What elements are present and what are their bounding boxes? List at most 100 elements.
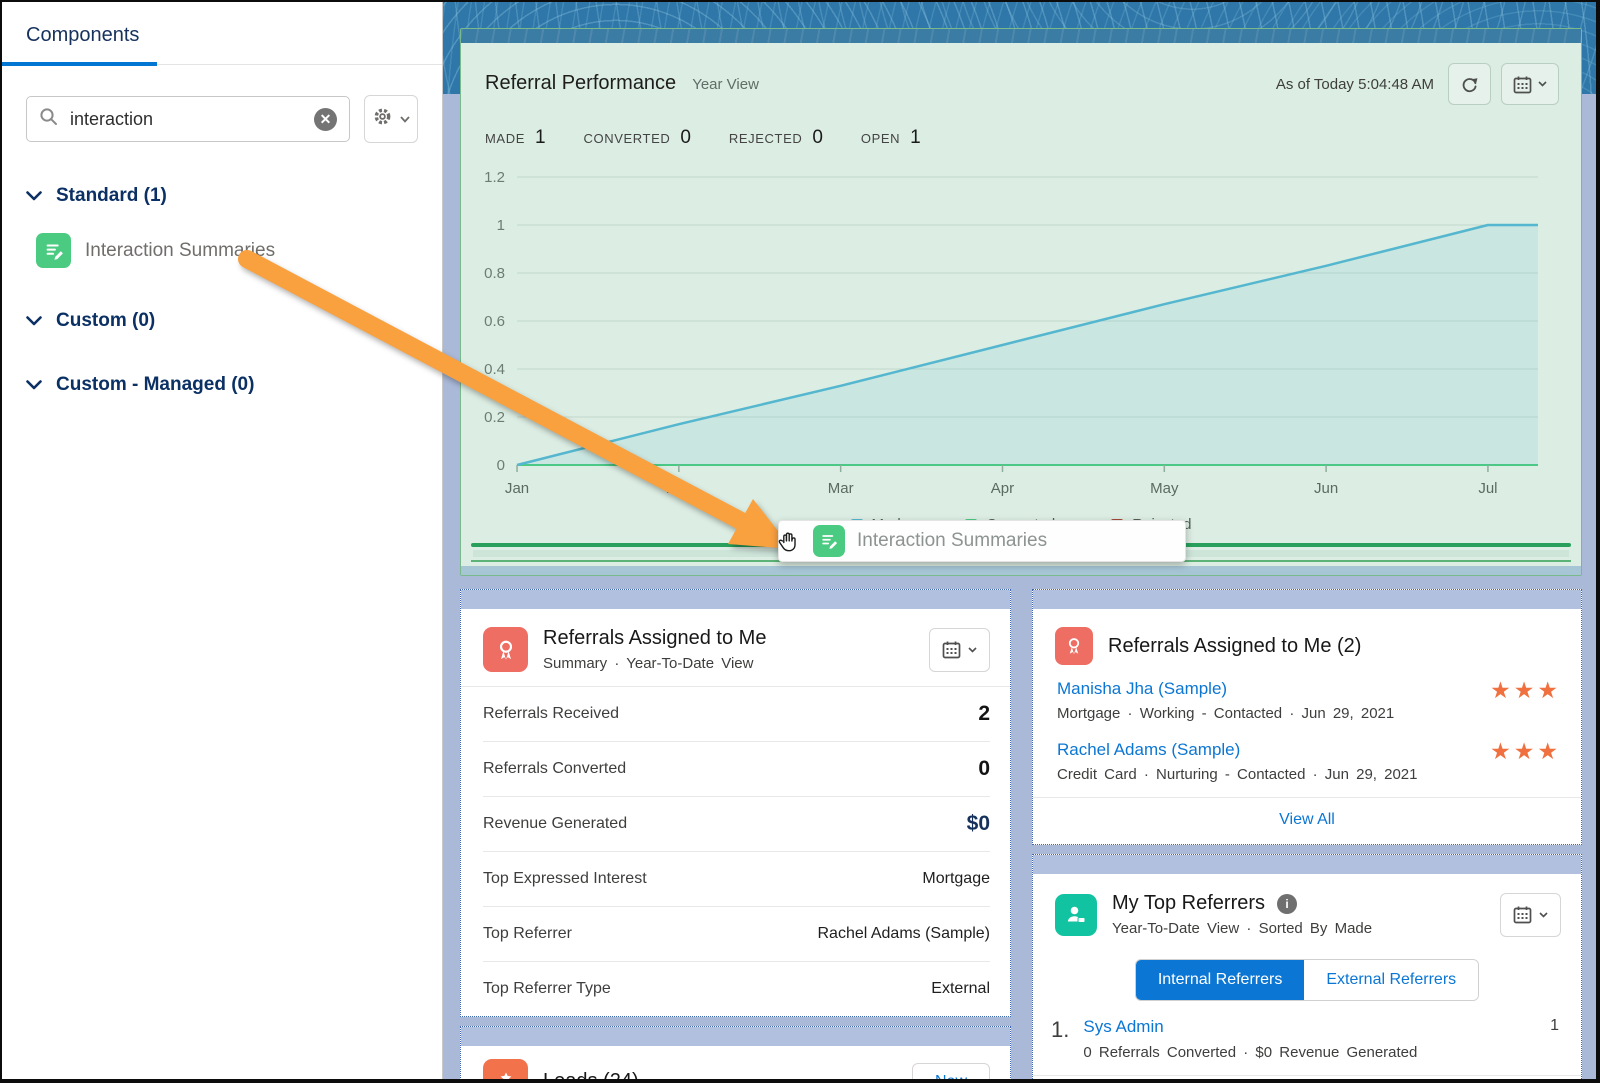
info-icon[interactable]: i — [1277, 893, 1298, 914]
svg-text:1.2: 1.2 — [484, 169, 505, 186]
component-item-label: Interaction Summaries — [85, 239, 276, 261]
referrer-detail: 0 Referrals Converted · $0 Revenue Gener… — [1083, 1044, 1418, 1061]
section-standard-label: Standard (1) — [56, 185, 167, 206]
section-custom[interactable]: Custom (0) — [26, 310, 418, 332]
component-band — [1033, 855, 1581, 874]
svg-text:Mar: Mar — [828, 480, 854, 497]
stat-label: OPEN — [860, 131, 901, 146]
interaction-summaries-icon — [36, 233, 71, 268]
referrals-list-component: Referrals Assigned to Me (2) Manisha Jha… — [1032, 589, 1582, 845]
drag-ghost-interaction-summaries[interactable]: Interaction Summaries — [778, 520, 1186, 562]
svg-text:0.4: 0.4 — [484, 361, 505, 378]
referral-performance-chart: 0 0.2 0.4 0.6 0.8 1 1.2 Jan Feb Mar Apr May Jun Jul — [484, 169, 1538, 497]
chevron-down-icon — [968, 646, 977, 653]
top-referrers-component: My Top Referrers i Year-To-Date View · S… — [1032, 854, 1582, 1079]
internal-referrers-tab[interactable]: Internal Referrers — [1135, 960, 1305, 1000]
summary-row: Top Expressed Interest Mortgage — [483, 852, 990, 907]
referral-rating-stars: ★★★ — [1490, 738, 1561, 764]
external-referrers-tab[interactable]: External Referrers — [1304, 960, 1479, 1000]
row-label: Top Expressed Interest — [483, 870, 647, 887]
referral-entry: Manisha Jha (Sample) Mortgage · Working … — [1033, 675, 1581, 736]
summary-row: Referrals Converted 0 — [483, 742, 990, 797]
row-value: 0 — [978, 757, 990, 780]
svg-text:May: May — [1150, 480, 1179, 497]
row-label: Top Referrer Type — [483, 980, 611, 997]
calendar-icon — [1513, 906, 1532, 924]
section-custom-managed[interactable]: Custom - Managed (0) — [26, 374, 418, 396]
summary-row: Top Referrer Type External — [483, 962, 990, 1016]
grab-hand-cursor-icon — [774, 526, 804, 561]
referral-link[interactable]: Rachel Adams (Sample) — [1057, 740, 1418, 760]
referrals-made-count: 1 — [1550, 1017, 1559, 1034]
top-referrers-subtitle: Year-To-Date View · Sorted By Made — [1112, 920, 1373, 937]
chevron-down-icon — [1538, 81, 1547, 87]
stat-value: 1 — [534, 127, 546, 148]
referral-detail: Mortgage · Working - Contacted · Jun 29,… — [1057, 705, 1395, 722]
settings-dropdown-button[interactable] — [364, 95, 418, 143]
summary-card-subtitle: Summary · Year-To-Date View — [543, 655, 754, 672]
leads-title: Leads (24) — [543, 1070, 639, 1079]
search-input[interactable] — [68, 107, 304, 131]
tab-components[interactable]: Components — [26, 24, 139, 46]
referral-rating-stars: ★★★ — [1490, 677, 1561, 703]
svg-text:Apr: Apr — [991, 480, 1014, 497]
components-sidebar: Components ✕ Sta — [2, 2, 443, 1079]
chart-title: Referral Performance — [485, 71, 677, 94]
active-tab-underline — [2, 62, 157, 66]
row-label: Referrals Received — [483, 705, 620, 722]
component-band — [461, 1027, 1010, 1046]
row-label: Referrals Converted — [483, 760, 627, 777]
svg-text:0: 0 — [497, 457, 505, 474]
calendar-icon — [1513, 76, 1532, 93]
summary-row: Revenue Generated $0 — [483, 797, 990, 852]
chevron-down-icon — [26, 191, 42, 201]
section-standard[interactable]: Standard (1) — [26, 185, 418, 207]
svg-text:Jun: Jun — [1314, 480, 1338, 497]
stat-value: 0 — [812, 127, 823, 148]
new-lead-button[interactable]: New — [911, 1062, 990, 1079]
referral-entry: Rachel Adams (Sample) Credit Card · Nurt… — [1033, 736, 1581, 797]
referral-stats-row: MADE 1 CONVERTED 0 REJECTED 0 OPEN 1 — [461, 105, 1581, 149]
svg-text:0.2: 0.2 — [484, 409, 505, 426]
referral-detail: Credit Card · Nurturing - Contacted · Ju… — [1057, 766, 1418, 783]
view-more-link[interactable]: View more — [1033, 1075, 1581, 1079]
clear-search-icon[interactable]: ✕ — [314, 107, 337, 131]
top-referrers-title: My Top Referrers — [1112, 892, 1266, 914]
stat-label: REJECTED — [728, 131, 803, 146]
component-item-interaction-summaries[interactable]: Interaction Summaries — [36, 233, 418, 268]
component-band — [461, 590, 1010, 609]
summary-card-title: Referrals Assigned to Me — [543, 627, 767, 649]
component-band — [1033, 590, 1581, 609]
view-all-link[interactable]: View All — [1033, 797, 1581, 844]
chevron-down-icon — [1539, 911, 1548, 918]
sidebar-tabs: Components — [2, 2, 442, 66]
svg-text:Feb: Feb — [666, 480, 692, 497]
chevron-down-icon — [26, 380, 42, 390]
refresh-button[interactable] — [1448, 63, 1491, 105]
referral-award-icon — [483, 627, 528, 672]
section-custom-managed-label: Custom - Managed (0) — [56, 374, 255, 395]
refresh-icon — [1462, 77, 1478, 92]
summary-date-range-button[interactable] — [929, 627, 990, 672]
stat-label: MADE — [485, 131, 525, 146]
calendar-icon — [942, 641, 961, 659]
drag-ghost-label: Interaction Summaries — [857, 530, 1048, 551]
interaction-summaries-icon — [813, 525, 845, 557]
stat-value: 1 — [910, 127, 921, 148]
chevron-down-icon — [400, 110, 410, 128]
chart-date-range-button[interactable] — [1501, 63, 1559, 105]
search-icon — [39, 107, 58, 131]
top-referrers-date-range-button[interactable] — [1500, 892, 1561, 937]
chevron-down-icon — [26, 316, 42, 326]
component-search-box[interactable]: ✕ — [26, 96, 350, 142]
stat-value: 0 — [680, 127, 691, 148]
svg-text:Jan: Jan — [505, 480, 529, 497]
stat-label: CONVERTED — [583, 131, 671, 146]
summary-row: Referrals Received 2 — [483, 687, 990, 742]
as-of-timestamp: As of Today 5:04:48 AM — [1275, 75, 1434, 93]
referrer-link[interactable]: Sys Admin — [1083, 1017, 1417, 1037]
referrals-summary-component: Referrals Assigned to Me Summary · Year-… — [460, 589, 1011, 1017]
referral-award-icon — [1055, 627, 1093, 665]
referral-link[interactable]: Manisha Jha (Sample) — [1057, 679, 1394, 699]
gear-icon — [372, 106, 393, 132]
